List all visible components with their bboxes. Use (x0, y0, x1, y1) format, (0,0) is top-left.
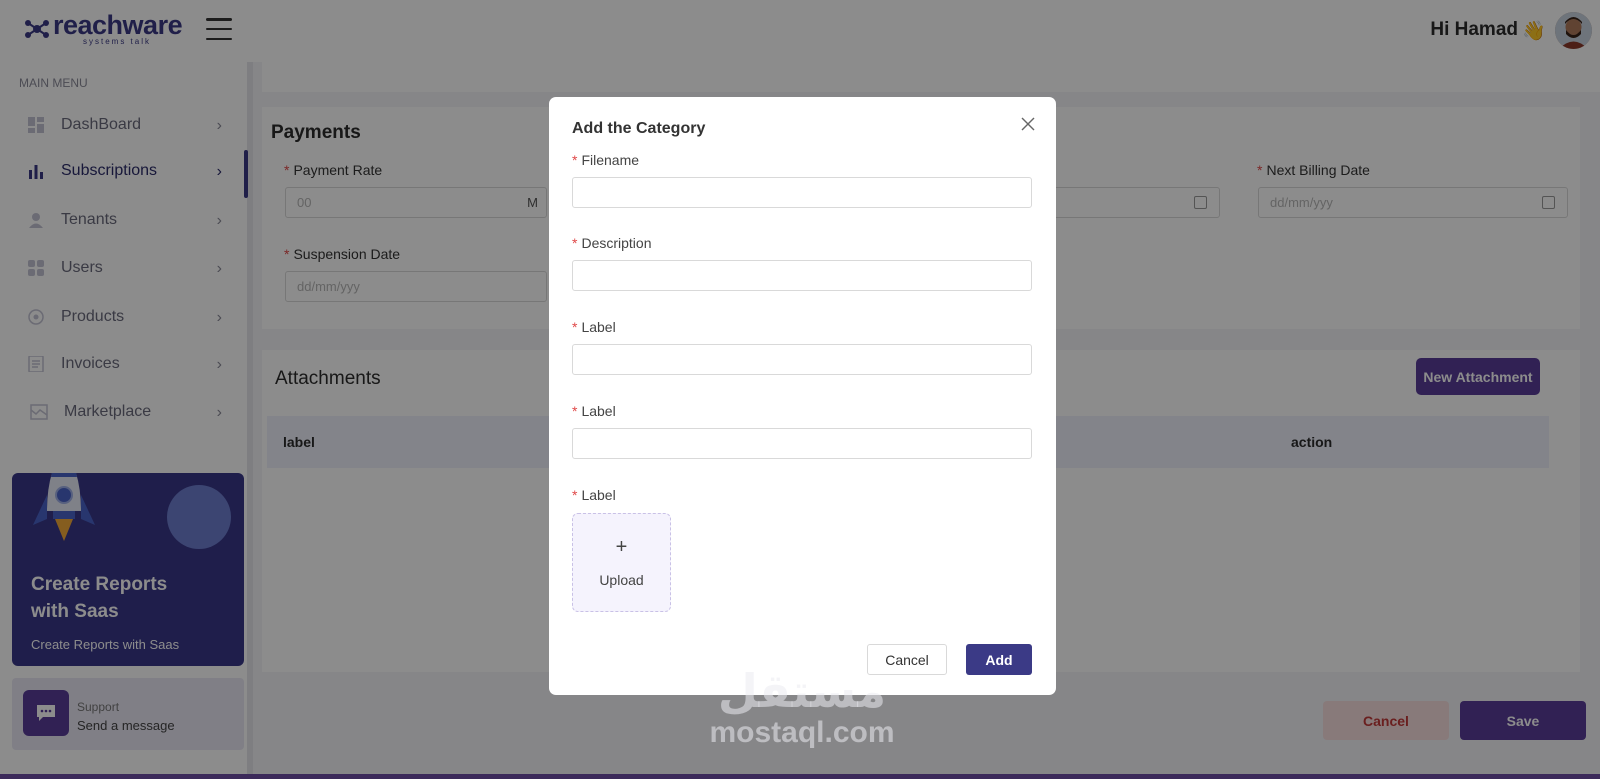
filename-input[interactable] (572, 177, 1032, 208)
mostaql-watermark: مستقل mostaql.com (704, 668, 900, 750)
label-field-2-label: * Label (572, 403, 616, 419)
label-input-1[interactable] (572, 344, 1032, 375)
upload-dropzone[interactable]: + Upload (572, 513, 671, 612)
modal-title: Add the Category (572, 120, 706, 137)
plus-icon: + (615, 536, 628, 558)
upload-field-label: * Label (572, 487, 616, 503)
modal-add-button[interactable]: Add (966, 644, 1032, 675)
upload-text: Upload (599, 572, 644, 588)
watermark-latin: mostaql.com (709, 716, 895, 749)
description-input[interactable] (572, 260, 1032, 291)
filename-label: * Filename (572, 152, 640, 168)
bottom-band (0, 774, 1600, 779)
watermark-arabic: مستقل (717, 665, 887, 717)
add-category-modal: Add the Category * Filename * Description … (549, 97, 1056, 695)
label-field-1-label: * Label (572, 319, 616, 335)
close-icon[interactable] (1019, 115, 1037, 133)
description-label: * Description (572, 235, 652, 251)
label-input-2[interactable] (572, 428, 1032, 459)
